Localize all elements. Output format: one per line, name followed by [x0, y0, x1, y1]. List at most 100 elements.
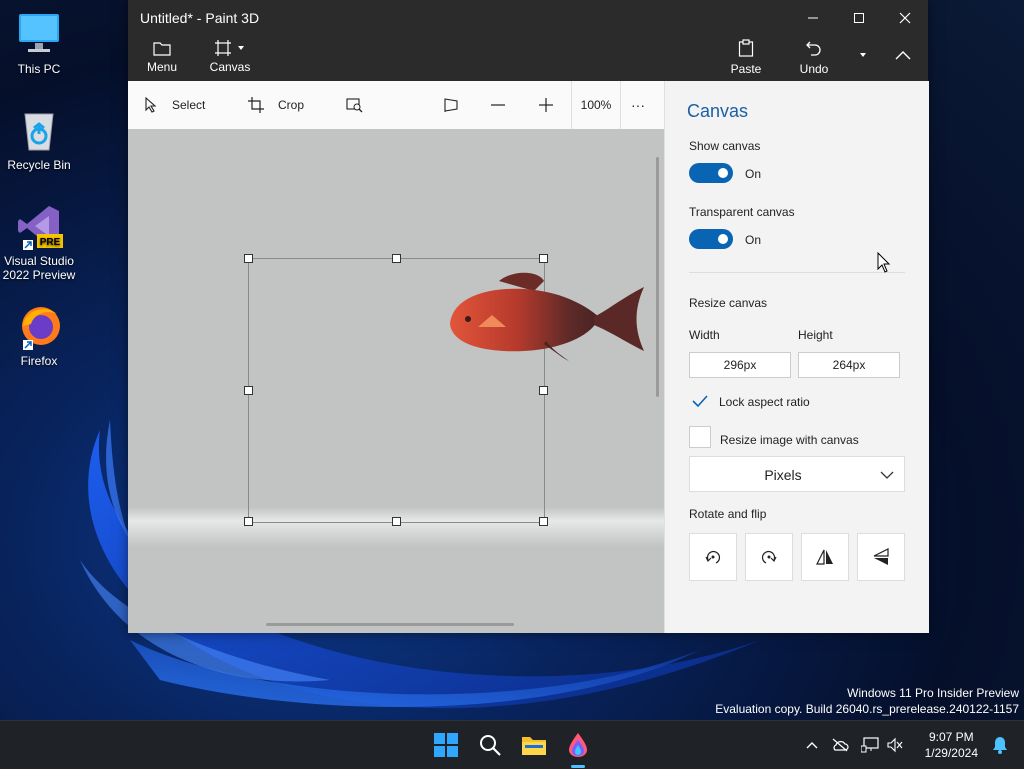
- crop-tool[interactable]: Crop: [248, 81, 304, 129]
- flip-vertical-button[interactable]: [857, 533, 905, 581]
- volume-muted-icon: [887, 737, 903, 753]
- volume-button[interactable]: [884, 737, 906, 753]
- visual-studio-icon: PRE: [15, 202, 63, 250]
- minimize-button[interactable]: [790, 4, 836, 32]
- lock-aspect-checkbox[interactable]: [689, 390, 711, 412]
- watermark-line-2: Evaluation copy. Build 26040.rs_prerelea…: [715, 702, 1019, 716]
- desktop-icon-firefox[interactable]: Firefox: [0, 302, 78, 368]
- close-button[interactable]: [882, 4, 928, 32]
- notifications-button[interactable]: [984, 729, 1016, 761]
- resize-handle-left[interactable]: [244, 386, 253, 395]
- desktop-icon-label: Visual Studio 2022 Preview: [2, 254, 76, 282]
- unit-dropdown[interactable]: Pixels: [689, 456, 905, 492]
- width-label: Width: [689, 328, 720, 342]
- maximize-icon: [854, 13, 864, 23]
- crop-label: Crop: [278, 98, 305, 112]
- undo-button[interactable]: Undo: [796, 38, 832, 76]
- resize-image-checkbox[interactable]: [689, 426, 711, 448]
- paint3d-window: Untitled* - Paint 3D Menu Canvas Paste U…: [128, 0, 929, 633]
- show-hidden-icons-button[interactable]: [800, 741, 824, 749]
- rotate-flip-label: Rotate and flip: [689, 507, 767, 521]
- desktop-icon-recycle-bin[interactable]: Recycle Bin: [0, 106, 78, 172]
- more-icon: ···: [631, 97, 645, 113]
- zoom-out-button[interactable]: [490, 81, 520, 129]
- caret-down-icon: [860, 53, 866, 57]
- height-label: Height: [798, 328, 833, 342]
- canvas-panel: Canvas Show canvas On Transparent canvas…: [664, 81, 929, 633]
- paint3d-icon: [569, 733, 587, 757]
- network-icon: [861, 737, 879, 753]
- lock-aspect-label: Lock aspect ratio: [719, 395, 810, 409]
- transparent-canvas-toggle[interactable]: [689, 229, 733, 249]
- canvas-button[interactable]: Canvas: [208, 38, 252, 74]
- rotate-right-button[interactable]: [745, 533, 793, 581]
- desktop-icon-this-pc[interactable]: This PC: [0, 10, 78, 76]
- rotate-right-icon: [761, 550, 777, 564]
- taskbar-clock[interactable]: 9:07 PM 1/29/2024: [925, 729, 978, 761]
- horizontal-scrollbar[interactable]: [266, 623, 514, 626]
- fish-3d-model[interactable]: [444, 269, 654, 369]
- resize-handle-bottom[interactable]: [392, 517, 401, 526]
- start-button[interactable]: [430, 729, 462, 761]
- mouse-cursor-icon: [877, 252, 891, 273]
- clock-date: 1/29/2024: [924, 746, 978, 760]
- pre-badge: PRE: [40, 237, 61, 248]
- rotate-left-button[interactable]: [689, 533, 737, 581]
- clock-time: 9:07 PM: [928, 730, 974, 744]
- resize-handle-top-right[interactable]: [539, 254, 548, 263]
- unit-dropdown-value: Pixels: [764, 467, 802, 483]
- resize-handle-right[interactable]: [539, 386, 548, 395]
- show-canvas-state: On: [745, 167, 762, 181]
- clipboard-icon: [738, 39, 754, 57]
- height-input[interactable]: 264px: [798, 352, 900, 378]
- zoom-level[interactable]: 100%: [571, 81, 621, 129]
- select-tool[interactable]: Select: [144, 81, 205, 129]
- canvas-workspace[interactable]: [128, 129, 664, 633]
- paste-button[interactable]: Paste: [728, 38, 764, 76]
- history-dropdown-button[interactable]: [848, 40, 878, 70]
- resize-handle-bottom-right[interactable]: [539, 517, 548, 526]
- file-explorer-button[interactable]: [518, 729, 550, 761]
- windows-watermark: Windows 11 Pro Insider Preview Evaluatio…: [715, 685, 1019, 717]
- resize-handle-top[interactable]: [392, 254, 401, 263]
- folder-icon: [522, 737, 546, 755]
- show-canvas-label: Show canvas: [689, 139, 761, 153]
- crop-icon: [248, 97, 264, 113]
- mixed-reality-tool[interactable]: [346, 81, 378, 129]
- minimize-icon: [808, 17, 818, 19]
- more-options-button[interactable]: ···: [631, 81, 645, 129]
- search-button[interactable]: [474, 729, 506, 761]
- taskbar: 9:07 PM 1/29/2024: [0, 720, 1024, 769]
- desktop-icon-label: Recycle Bin: [7, 158, 71, 172]
- collapse-ribbon-button[interactable]: [886, 40, 920, 70]
- vertical-scrollbar[interactable]: [656, 157, 659, 397]
- title-bar: Untitled* - Paint 3D Menu Canvas Paste U…: [128, 0, 928, 81]
- panel-divider: [689, 272, 905, 273]
- flip-horizontal-button[interactable]: [801, 533, 849, 581]
- resize-handle-top-left[interactable]: [244, 254, 253, 263]
- paint3d-taskbar-button[interactable]: [562, 729, 594, 761]
- windows-logo-icon: [434, 733, 458, 757]
- show-canvas-toggle[interactable]: [689, 163, 733, 183]
- image-search-icon: [346, 98, 363, 113]
- canvas-icon: [215, 40, 231, 56]
- transparent-canvas-label: Transparent canvas: [689, 205, 795, 219]
- menu-button[interactable]: Menu: [144, 38, 180, 74]
- zoom-in-button[interactable]: [538, 81, 568, 129]
- network-button[interactable]: [856, 737, 884, 753]
- maximize-button[interactable]: [836, 4, 882, 32]
- width-input[interactable]: 296px: [689, 352, 791, 378]
- firefox-icon: [15, 302, 63, 350]
- rotate-left-icon: [705, 550, 721, 564]
- plus-icon: [539, 98, 553, 112]
- perspective-icon: [444, 98, 458, 112]
- recycle-bin-icon: [15, 106, 63, 154]
- onedrive-button[interactable]: [824, 738, 856, 752]
- desktop-icon-visual-studio[interactable]: PRE Visual Studio 2022 Preview: [0, 202, 78, 282]
- system-tray: [800, 721, 906, 769]
- resize-handle-bottom-left[interactable]: [244, 517, 253, 526]
- view-3d-tool[interactable]: [443, 81, 475, 129]
- desktop-icon-label: This PC: [17, 62, 61, 76]
- transparent-canvas-state: On: [745, 233, 762, 247]
- flip-vertical-icon: [873, 548, 889, 565]
